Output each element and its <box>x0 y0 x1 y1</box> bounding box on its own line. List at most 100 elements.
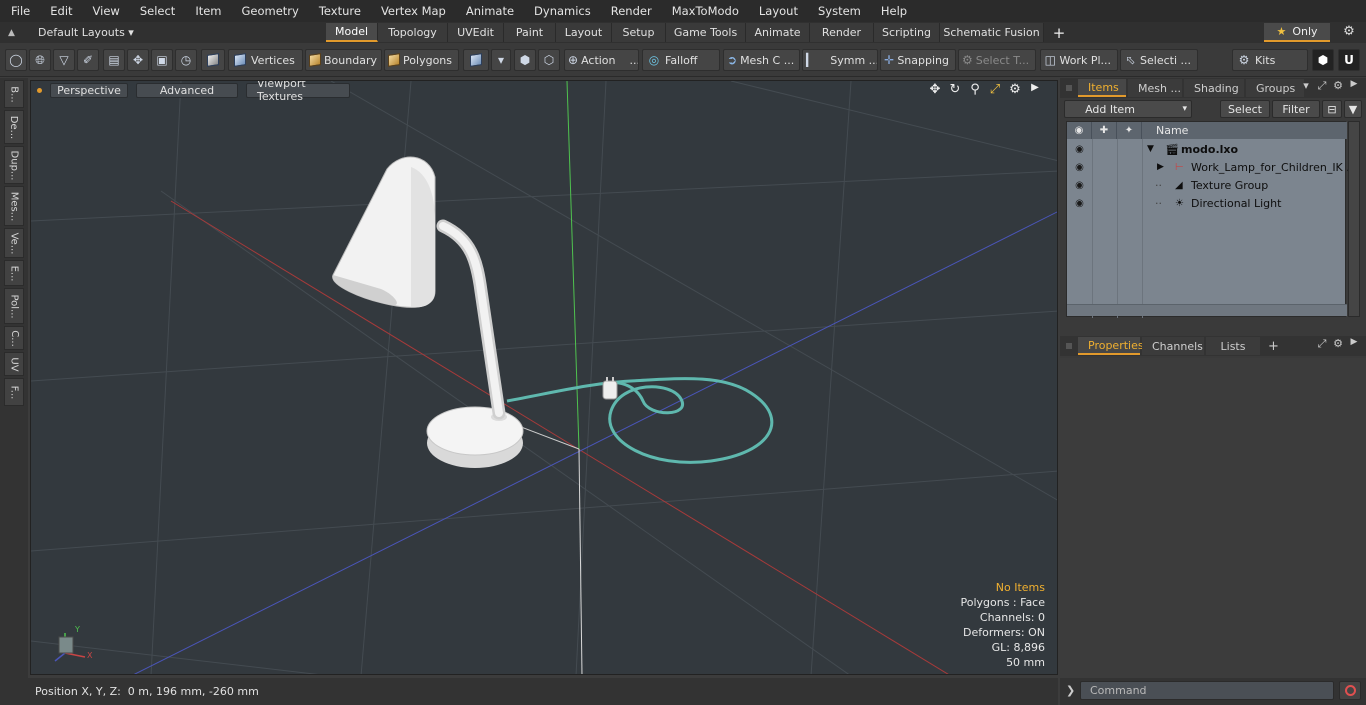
add-panel-tab-icon[interactable]: + <box>1268 339 1279 354</box>
menu-geometry[interactable]: Geometry <box>231 4 308 18</box>
funnel-button[interactable]: ▼ <box>1344 100 1362 118</box>
item-list[interactable]: ◉ ✚ ✦ Name ◉ ▼ 🎬︎ modo.lxo ◉ ▶ ⊢ Work_La… <box>1066 121 1357 318</box>
tab-dropdown-icon[interactable]: ▾ <box>1298 79 1314 93</box>
kits-button[interactable]: ⚙ Kits <box>1232 49 1308 71</box>
tab-scripting[interactable]: Scripting <box>874 23 940 42</box>
tab-mesh[interactable]: Mesh ... <box>1128 79 1182 97</box>
material-mode-button[interactable] <box>463 49 489 71</box>
select-button[interactable]: Select <box>1220 100 1270 118</box>
item-mode-button[interactable] <box>201 49 225 71</box>
menu-vertex-map[interactable]: Vertex Map <box>370 4 455 18</box>
sym-a-button[interactable]: ⬢ <box>514 49 536 71</box>
perspective-button[interactable]: Perspective <box>50 82 128 98</box>
menu-item[interactable]: Item <box>184 4 230 18</box>
menu-render[interactable]: Render <box>600 4 661 18</box>
panel-menu-icon[interactable]: ▶ <box>1346 337 1362 351</box>
tab-properties[interactable]: Properties <box>1078 337 1144 355</box>
eye-icon[interactable]: ◉ <box>1067 198 1092 209</box>
tab-lists[interactable]: Lists <box>1206 337 1260 355</box>
expand-right-icon[interactable]: ▶ <box>1157 162 1164 172</box>
panel-expand-icon[interactable]: ⤢ <box>1314 79 1330 93</box>
menu-texture[interactable]: Texture <box>308 4 370 18</box>
left-tab-duplicate[interactable]: Dup... <box>4 146 24 184</box>
selection-sets-button[interactable]: ⬁ Selecti ... <box>1120 49 1198 71</box>
tab-paint[interactable]: Paint <box>504 23 556 42</box>
tab-uvedit[interactable]: UVEdit <box>448 23 504 42</box>
left-tab-vertex[interactable]: Ve... <box>4 228 24 258</box>
tab-items[interactable]: Items <box>1078 79 1126 97</box>
center-button[interactable]: ✥ <box>127 49 149 71</box>
mesh-constraint-button[interactable]: ➲ Mesh C ... <box>723 49 800 71</box>
frame-button[interactable]: ▣ <box>151 49 173 71</box>
expand-down-icon[interactable]: ▼ <box>1147 144 1154 154</box>
tab-render[interactable]: Render <box>810 23 874 42</box>
vertices-button[interactable]: Vertices <box>228 49 303 71</box>
left-tab-edge[interactable]: E... <box>4 260 24 286</box>
tab-shading[interactable]: Shading <box>1184 79 1244 97</box>
panel-gear-icon[interactable]: ⚙ <box>1330 79 1346 93</box>
panel-menu-icon[interactable]: ▶ <box>1346 79 1362 93</box>
menu-dynamics[interactable]: Dynamics <box>523 4 600 18</box>
tab-game-tools[interactable]: Game Tools <box>666 23 746 42</box>
select-circle-button[interactable]: ◯ <box>5 49 27 71</box>
eye-icon[interactable]: ◉ <box>1067 144 1092 155</box>
unity-button[interactable]: ⬢ <box>1312 49 1334 71</box>
sym-b-button[interactable]: ⬡ <box>538 49 560 71</box>
command-input[interactable]: Command <box>1080 681 1334 700</box>
tab-model[interactable]: Model <box>326 23 378 42</box>
tree-row-lamp[interactable]: ◉ ▶ ⊢ Work_Lamp_for_Children_IK ... <box>1067 158 1357 176</box>
only-toggle[interactable]: ★ Only <box>1264 23 1330 42</box>
menu-help[interactable]: Help <box>870 4 916 18</box>
menu-maxtomodo[interactable]: MaxToModo <box>661 4 748 18</box>
snapping-button[interactable]: ✛ Snapping <box>880 49 956 71</box>
collapse-up-icon[interactable]: ▲ <box>8 28 22 38</box>
pen-button[interactable]: ▽ <box>53 49 75 71</box>
menu-system[interactable]: System <box>807 4 870 18</box>
timer-button[interactable]: ◷ <box>175 49 197 71</box>
tab-setup[interactable]: Setup <box>612 23 666 42</box>
tab-topology[interactable]: Topology <box>378 23 448 42</box>
viewport-menu-icon[interactable]: ▶ <box>1025 82 1045 97</box>
tree-row-directional-light[interactable]: ◉ ·· ☀ Directional Light <box>1067 194 1347 212</box>
menu-view[interactable]: View <box>82 4 129 18</box>
panel-expand-icon[interactable]: ⤢ <box>1314 337 1330 351</box>
boundary-button[interactable]: Boundary <box>305 49 382 71</box>
item-list-hscrollbar[interactable] <box>1067 304 1347 316</box>
lock-column-icon[interactable]: ✚ <box>1092 122 1117 139</box>
record-button[interactable] <box>1339 681 1361 700</box>
menu-edit[interactable]: Edit <box>39 4 81 18</box>
tab-groups[interactable]: Groups <box>1246 79 1304 97</box>
eye-icon[interactable]: ◉ <box>1067 162 1092 173</box>
menu-file[interactable]: File <box>0 4 39 18</box>
filter-button[interactable]: Filter <box>1272 100 1320 118</box>
menu-animate[interactable]: Animate <box>455 4 523 18</box>
tree-row-scene[interactable]: ◉ ▼ 🎬︎ modo.lxo <box>1067 140 1347 158</box>
work-plane-button[interactable]: ◫ Work Pl... <box>1040 49 1118 71</box>
left-tab-fusion[interactable]: F... <box>4 378 24 406</box>
rotate-icon[interactable]: ↻ <box>945 82 965 97</box>
left-tab-deform[interactable]: De... <box>4 110 24 144</box>
type-column-icon[interactable]: ✦ <box>1117 122 1142 139</box>
advanced-button[interactable]: Advanced <box>136 82 238 98</box>
menu-select[interactable]: Select <box>129 4 184 18</box>
mode-dropdown-button[interactable]: ▾ <box>491 49 511 71</box>
add-tab-icon[interactable]: + <box>1048 24 1070 42</box>
collapse-button[interactable]: ⊟ <box>1322 100 1342 118</box>
layout-selector[interactable]: ▲ Default Layouts ▾ <box>0 22 326 43</box>
left-tab-mesh-edit[interactable]: Mes... <box>4 186 24 226</box>
tree-row-texture-group[interactable]: ◉ ·· ◢ Texture Group <box>1067 176 1347 194</box>
add-item-button[interactable]: Add Item ▾ <box>1064 100 1192 118</box>
tab-schematic-fusion[interactable]: Schematic Fusion <box>940 23 1044 42</box>
viewport-textures-button[interactable]: Viewport Textures <box>246 81 350 103</box>
polygons-button[interactable]: Polygons <box>384 49 459 71</box>
item-list-vscrollbar[interactable] <box>1348 121 1360 317</box>
left-tab-uv[interactable]: UV <box>4 352 24 376</box>
falloff-button[interactable]: ◎ Falloff <box>642 49 720 71</box>
gear-icon[interactable]: ⚙ <box>1338 24 1360 41</box>
tab-layout[interactable]: Layout <box>556 23 612 42</box>
unreal-button[interactable]: U <box>1338 49 1360 71</box>
tab-channels[interactable]: Channels <box>1142 337 1204 355</box>
left-tab-polygon[interactable]: Pol... <box>4 288 24 324</box>
action-center-button[interactable]: ⊕ Action... <box>564 49 639 71</box>
left-tab-curve[interactable]: C... <box>4 326 24 350</box>
